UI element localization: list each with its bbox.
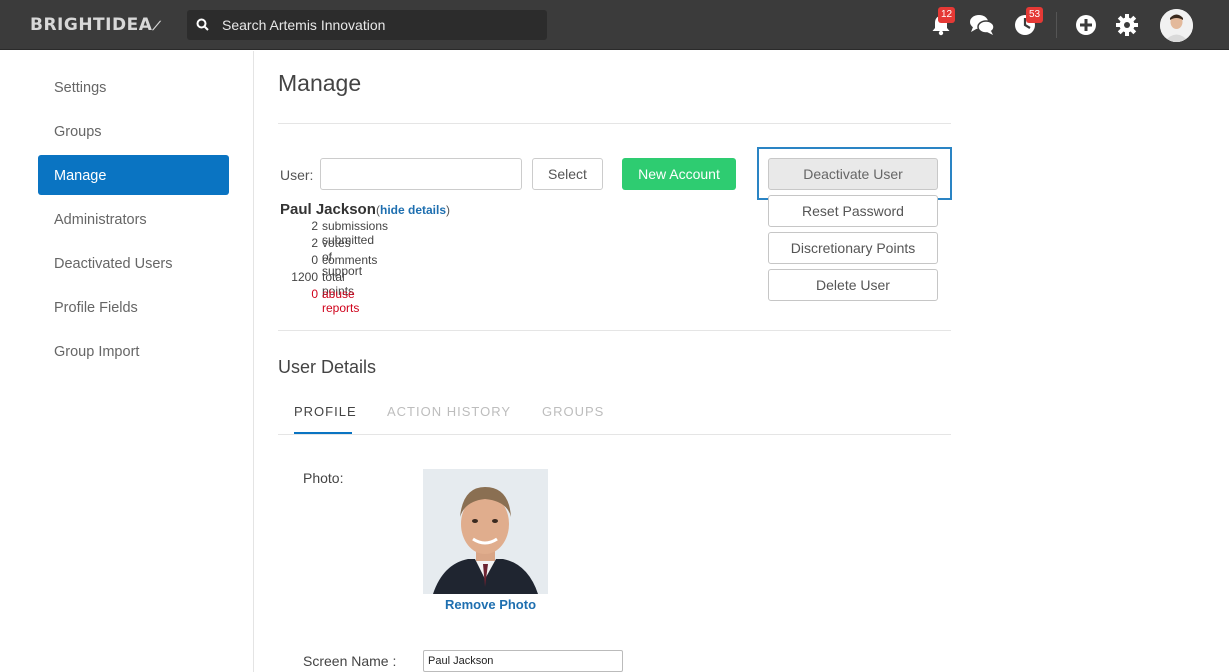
- avatar[interactable]: [1160, 9, 1193, 42]
- user-input[interactable]: [320, 158, 522, 190]
- stat-label[interactable]: abuse reports: [322, 287, 359, 315]
- add-button[interactable]: [1074, 12, 1100, 38]
- remove-photo-link[interactable]: Remove Photo: [445, 597, 536, 612]
- divider: [278, 330, 951, 331]
- tab-action-history[interactable]: ACTION HISTORY: [387, 404, 511, 419]
- stat-number: 2: [311, 219, 318, 233]
- page-title: Manage: [278, 70, 362, 96]
- sidebar-item-profile-fields[interactable]: Profile Fields: [38, 287, 229, 327]
- user-label: User:: [280, 167, 314, 183]
- activity-badge: 53: [1026, 7, 1044, 23]
- new-account-button[interactable]: New Account: [622, 158, 736, 190]
- discretionary-points-button[interactable]: Discretionary Points: [768, 232, 938, 264]
- user-avatar-icon: [1160, 9, 1193, 42]
- search-input[interactable]: Search Artemis Innovation: [222, 17, 385, 33]
- photo-label: Photo:: [303, 470, 344, 486]
- select-button[interactable]: Select: [532, 158, 603, 190]
- search-box[interactable]: Search Artemis Innovation: [187, 10, 547, 40]
- sidebar-item-settings[interactable]: Settings: [38, 67, 229, 107]
- screen-name-label: Screen Name :: [303, 653, 397, 669]
- stat-label: comments: [322, 253, 378, 267]
- add-icon: [1076, 15, 1096, 35]
- hide-details-link[interactable]: hide details: [380, 203, 446, 217]
- profile-photo: [423, 469, 548, 594]
- section-title-user-details: User Details: [278, 357, 377, 377]
- notifications-button[interactable]: 12: [928, 7, 956, 38]
- messages-button[interactable]: [968, 12, 995, 38]
- delete-user-button[interactable]: Delete User: [768, 269, 938, 301]
- sidebar-item-administrators[interactable]: Administrators: [38, 199, 229, 239]
- stat-number: 1200: [291, 270, 318, 284]
- stat-number: 0: [311, 253, 318, 267]
- sidebar-item-groups[interactable]: Groups: [38, 111, 229, 151]
- divider: [278, 123, 951, 124]
- stat-number: 0: [311, 287, 318, 301]
- settings-button[interactable]: [1114, 12, 1140, 38]
- gear-icon: [1116, 14, 1138, 36]
- hide-details-wrapper: (hide details): [376, 203, 451, 217]
- notifications-badge: 12: [938, 7, 956, 23]
- logo-text: BRIGHTIDEA: [30, 15, 153, 35]
- search-icon: [196, 18, 209, 31]
- profile-photo-image: [423, 469, 548, 594]
- sidebar: Settings Groups Manage Administrators De…: [0, 51, 254, 672]
- brightidea-logo[interactable]: BRIGHTIDEA⟋: [30, 15, 161, 35]
- sidebar-item-manage[interactable]: Manage: [38, 155, 229, 195]
- sidebar-item-group-import[interactable]: Group Import: [38, 331, 229, 371]
- tab-groups[interactable]: GROUPS: [542, 404, 604, 419]
- chat-icon: [970, 15, 995, 35]
- user-name: Paul Jackson: [280, 201, 376, 218]
- topbar-divider: [1056, 12, 1057, 38]
- tab-profile[interactable]: PROFILE: [294, 404, 357, 419]
- screen-name-input[interactable]: Paul Jackson: [423, 650, 623, 672]
- activity-button[interactable]: 53: [1012, 7, 1044, 38]
- top-bar: BRIGHTIDEA⟋ Search Artemis Innovation 12…: [0, 0, 1229, 50]
- tabs-divider: [278, 434, 951, 435]
- sidebar-item-deactivated-users[interactable]: Deactivated Users: [38, 243, 229, 283]
- focus-highlight: [757, 147, 952, 200]
- reset-password-button[interactable]: Reset Password: [768, 195, 938, 227]
- stat-number: 2: [311, 236, 318, 250]
